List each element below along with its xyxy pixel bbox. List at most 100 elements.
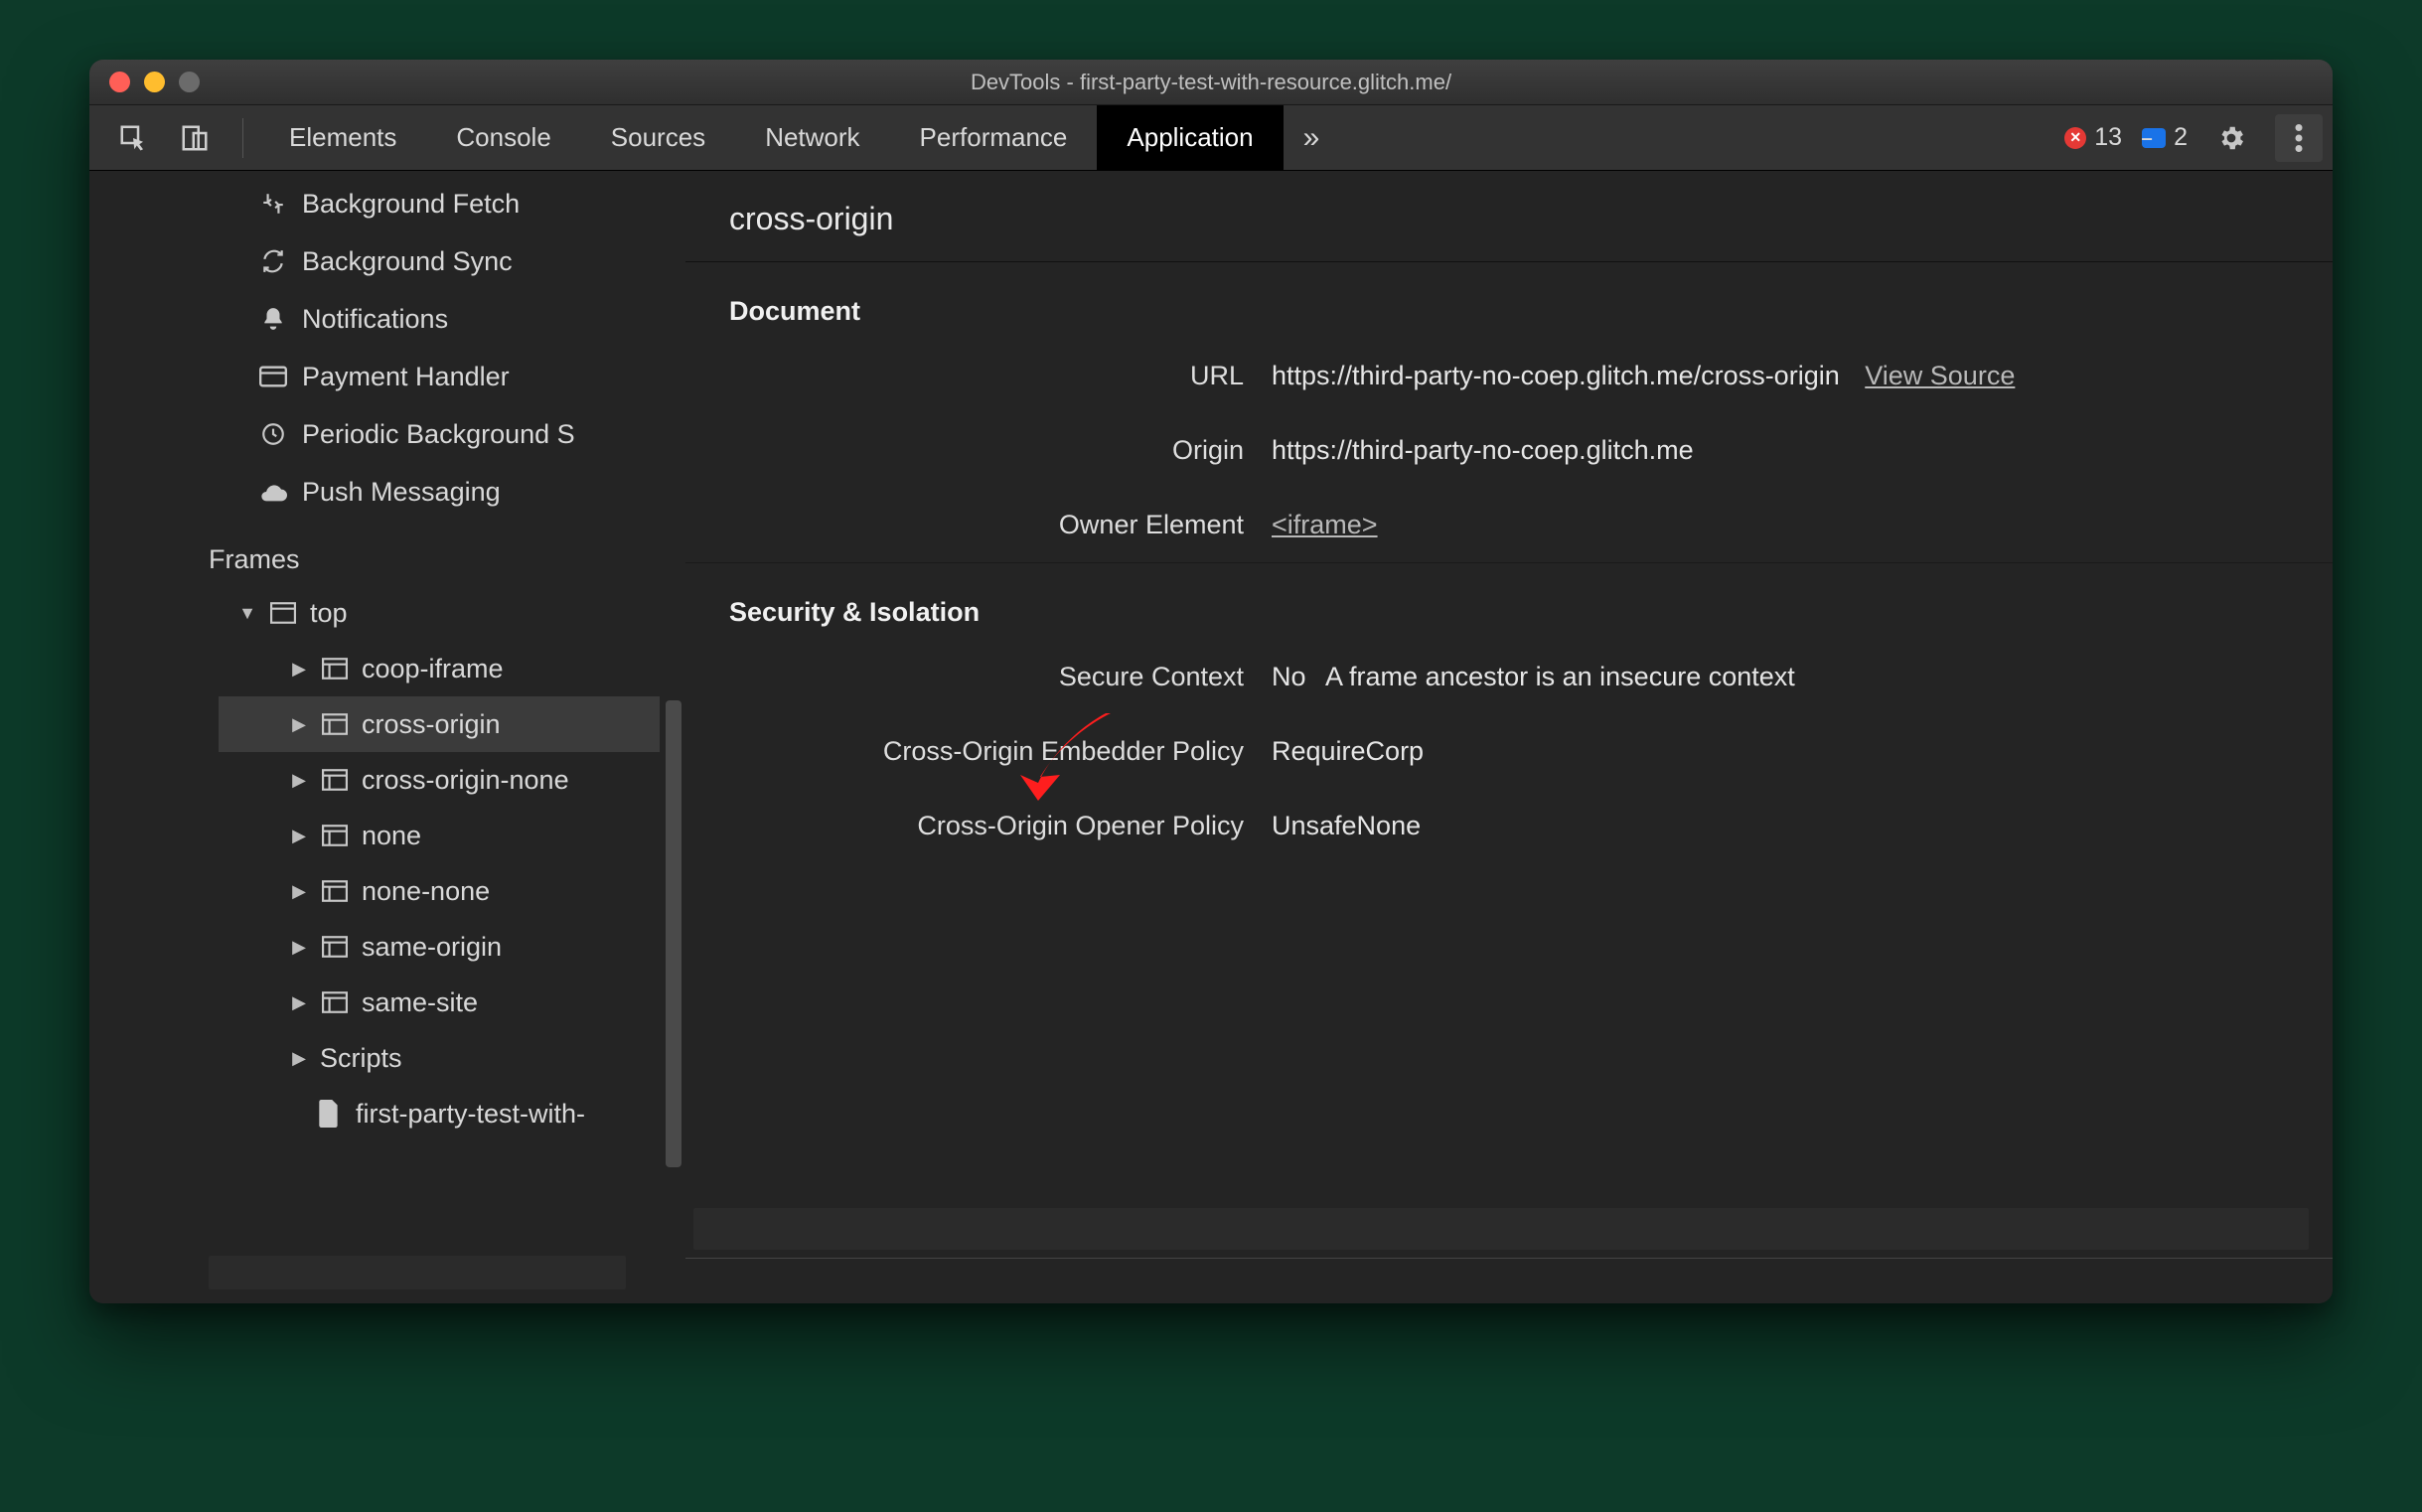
row-coop: Cross-Origin Opener Policy UnsafeNone bbox=[685, 789, 2333, 863]
row-label: Secure Context bbox=[685, 662, 1272, 692]
tree-file[interactable]: first-party-test-with- bbox=[219, 1086, 685, 1141]
cloud-icon bbox=[258, 482, 288, 502]
row-label: Cross-Origin Embedder Policy bbox=[685, 736, 1272, 767]
file-icon bbox=[314, 1102, 344, 1126]
frame-item-coop-iframe[interactable]: ▶ coop-iframe bbox=[219, 641, 685, 696]
credit-card-icon bbox=[258, 366, 288, 387]
sidebar-horizontal-scrollbar[interactable] bbox=[209, 1256, 626, 1289]
more-tabs-icon[interactable]: » bbox=[1284, 121, 1340, 155]
security-section-label: Security & Isolation bbox=[685, 563, 2333, 640]
frames-tree: ▼ top ▶ coop-iframe ▶ cross- bbox=[89, 585, 685, 1141]
row-url: URL https://third-party-no-coep.glitch.m… bbox=[685, 339, 2333, 413]
frame-top[interactable]: ▼ top bbox=[219, 585, 685, 641]
tree-label: Scripts bbox=[320, 1043, 402, 1074]
frame-item-same-site[interactable]: ▶ same-site bbox=[219, 975, 685, 1030]
sidebar-scrollbar-thumb[interactable] bbox=[666, 700, 681, 1167]
row-label: Cross-Origin Opener Policy bbox=[685, 811, 1272, 841]
tab-console[interactable]: Console bbox=[426, 105, 580, 170]
device-toolbar-icon[interactable] bbox=[179, 122, 211, 154]
tree-label: same-site bbox=[362, 987, 478, 1018]
row-origin: Origin https://third-party-no-coep.glitc… bbox=[685, 413, 2333, 488]
tree-label: cross-origin bbox=[362, 709, 501, 740]
tab-sources[interactable]: Sources bbox=[581, 105, 735, 170]
sidebar-item-background-sync[interactable]: Background Sync bbox=[89, 232, 685, 290]
sidebar-item-background-fetch[interactable]: Background Fetch bbox=[89, 175, 685, 232]
frame-icon bbox=[320, 879, 350, 903]
frame-item-none[interactable]: ▶ none bbox=[219, 808, 685, 863]
traffic-close-icon[interactable] bbox=[109, 72, 130, 92]
application-sidebar: Background Fetch Background Sync Notific… bbox=[89, 171, 685, 1303]
tab-elements[interactable]: Elements bbox=[259, 105, 426, 170]
document-section-label: Document bbox=[685, 262, 2333, 339]
traffic-minimize-icon[interactable] bbox=[144, 72, 165, 92]
disclosure-right-icon[interactable]: ▶ bbox=[290, 714, 308, 735]
row-label: Origin bbox=[685, 435, 1272, 466]
frame-item-same-origin[interactable]: ▶ same-origin bbox=[219, 919, 685, 975]
row-owner-element: Owner Element <iframe> bbox=[685, 488, 2333, 562]
sidebar-item-label: Background Sync bbox=[302, 246, 513, 277]
tree-label: coop-iframe bbox=[362, 654, 504, 684]
owner-element-link[interactable]: <iframe> bbox=[1272, 510, 1378, 539]
row-label: URL bbox=[685, 361, 1272, 391]
devtools-tabbar: Elements Console Sources Network Perform… bbox=[89, 105, 2333, 171]
sidebar-item-push-messaging[interactable]: Push Messaging bbox=[89, 463, 685, 521]
clock-icon bbox=[258, 421, 288, 447]
frame-details-panel: cross-origin Document URL https://third-… bbox=[685, 171, 2333, 1303]
row-value: https://third-party-no-coep.glitch.me bbox=[1272, 435, 2289, 466]
sidebar-item-payment-handler[interactable]: Payment Handler bbox=[89, 348, 685, 405]
tree-label: none bbox=[362, 821, 421, 851]
row-value: No bbox=[1272, 662, 1306, 691]
row-coep: Cross-Origin Embedder Policy RequireCorp bbox=[685, 714, 2333, 789]
row-value: https://third-party-no-coep.glitch.me/cr… bbox=[1272, 361, 1840, 390]
sync-icon bbox=[258, 248, 288, 274]
tree-scripts[interactable]: ▶ Scripts bbox=[219, 1030, 685, 1086]
panel-title: cross-origin bbox=[685, 171, 2333, 262]
sidebar-item-label: Push Messaging bbox=[302, 477, 501, 508]
sidebar-item-label: Payment Handler bbox=[302, 362, 510, 392]
disclosure-right-icon[interactable]: ▶ bbox=[290, 826, 308, 846]
disclosure-right-icon[interactable]: ▶ bbox=[290, 659, 308, 680]
disclosure-right-icon[interactable]: ▶ bbox=[290, 992, 308, 1013]
frame-item-none-none[interactable]: ▶ none-none bbox=[219, 863, 685, 919]
main-horizontal-scrollbar[interactable] bbox=[693, 1208, 2309, 1250]
frame-icon bbox=[320, 712, 350, 736]
disclosure-right-icon[interactable]: ▶ bbox=[290, 1048, 308, 1069]
tree-label: none-none bbox=[362, 876, 490, 907]
error-counter[interactable]: ✕ 13 bbox=[2064, 123, 2122, 152]
disclosure-right-icon[interactable]: ▶ bbox=[290, 881, 308, 902]
row-value-extra: A frame ancestor is an insecure context bbox=[1325, 662, 1795, 691]
window-titlebar: DevTools - first-party-test-with-resourc… bbox=[89, 60, 2333, 105]
inspect-element-icon[interactable] bbox=[117, 122, 149, 154]
panel-footer bbox=[685, 1258, 2333, 1303]
more-options-icon[interactable] bbox=[2275, 114, 2323, 162]
frame-icon bbox=[320, 657, 350, 680]
window-title: DevTools - first-party-test-with-resourc… bbox=[971, 70, 1451, 95]
disclosure-down-icon[interactable]: ▼ bbox=[238, 603, 256, 624]
settings-icon[interactable] bbox=[2207, 114, 2255, 162]
tab-performance[interactable]: Performance bbox=[890, 105, 1098, 170]
row-secure-context: Secure Context No A frame ancestor is an… bbox=[685, 640, 2333, 714]
row-value: RequireCorp bbox=[1272, 736, 2289, 767]
fetch-icon bbox=[258, 191, 288, 217]
disclosure-right-icon[interactable]: ▶ bbox=[290, 937, 308, 958]
disclosure-right-icon[interactable]: ▶ bbox=[290, 770, 308, 791]
bell-icon bbox=[258, 306, 288, 332]
frame-icon bbox=[320, 824, 350, 847]
tab-network[interactable]: Network bbox=[735, 105, 889, 170]
frame-icon bbox=[320, 935, 350, 959]
frame-item-cross-origin-none[interactable]: ▶ cross-origin-none bbox=[219, 752, 685, 808]
sidebar-item-label: Periodic Background S bbox=[302, 419, 575, 450]
message-counter[interactable]: ‒ 2 bbox=[2142, 123, 2188, 152]
traffic-maximize-icon[interactable] bbox=[179, 72, 200, 92]
frame-icon bbox=[320, 768, 350, 792]
frame-icon bbox=[320, 990, 350, 1014]
sidebar-item-notifications[interactable]: Notifications bbox=[89, 290, 685, 348]
tree-label: first-party-test-with- bbox=[356, 1099, 585, 1130]
error-icon: ✕ bbox=[2064, 127, 2086, 149]
sidebar-item-periodic-sync[interactable]: Periodic Background S bbox=[89, 405, 685, 463]
frame-item-cross-origin[interactable]: ▶ cross-origin bbox=[219, 696, 685, 752]
view-source-link[interactable]: View Source bbox=[1865, 361, 2015, 390]
sidebar-item-label: Notifications bbox=[302, 304, 448, 335]
message-icon: ‒ bbox=[2142, 128, 2166, 148]
tab-application[interactable]: Application bbox=[1097, 105, 1283, 170]
